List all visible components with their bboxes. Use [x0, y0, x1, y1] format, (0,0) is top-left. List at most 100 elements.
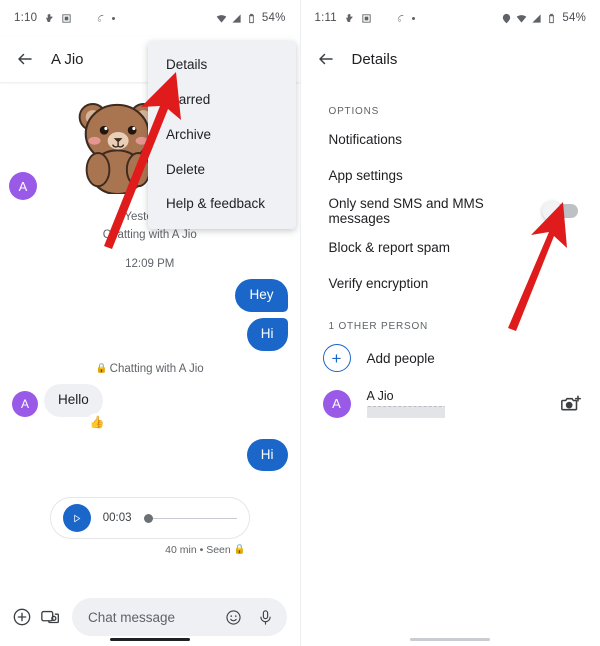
people-section-label: 1 OTHER PERSON — [328, 321, 429, 332]
swirl-icon — [95, 13, 106, 24]
status-time: 1:11 — [314, 12, 337, 24]
plus-icon: + — [322, 344, 351, 372]
audio-player-card[interactable]: 00:03 — [49, 497, 250, 540]
message-timestamp: 12:09 PM — [125, 258, 175, 270]
signal-icon — [531, 13, 542, 24]
encryption-note: 🔒 Chatting with A Jio — [0, 351, 300, 378]
add-people-row[interactable]: + Add people — [301, 336, 600, 380]
sms-mms-toggle[interactable] — [542, 201, 578, 221]
gallery-camera-icon[interactable] — [36, 603, 64, 631]
swirl-icon — [395, 13, 406, 24]
status-left-icons — [344, 13, 415, 24]
chat-message-placeholder: Chat message — [88, 609, 176, 625]
message-bubble[interactable]: Hi — [246, 438, 288, 472]
message-status-text: 40 min • Seen — [165, 544, 231, 557]
status-time: 1:10 — [14, 12, 38, 24]
message-composer: Chat message — [0, 588, 300, 646]
message-status: 40 min • Seen 🔒 — [0, 544, 300, 556]
wifi-icon — [516, 13, 527, 24]
option-app-settings[interactable]: App settings — [301, 157, 600, 193]
message-row-outgoing: Hey — [0, 279, 300, 312]
avatar: A — [12, 390, 38, 417]
battery-percent: 54% — [562, 12, 586, 24]
audio-track-knob[interactable] — [143, 513, 153, 523]
menu-item-help-feedback[interactable]: Help & feedback — [148, 187, 296, 222]
home-indicator — [109, 638, 190, 641]
hand-icon — [44, 13, 55, 24]
menu-item-details[interactable]: Details — [148, 48, 296, 83]
home-indicator — [410, 638, 491, 641]
add-people-label: Add people — [366, 350, 435, 366]
screenshot-icon — [61, 13, 72, 24]
right-app-bar: Details — [301, 36, 600, 82]
back-arrow-icon[interactable] — [10, 44, 40, 74]
option-notifications[interactable]: Notifications — [301, 121, 600, 157]
back-arrow-icon[interactable] — [311, 44, 341, 74]
right-phone-panel: 1:11 54% Details OPTIONS Notifications A… — [300, 0, 600, 646]
dot-icon — [411, 16, 415, 20]
message-row-outgoing: Hi — [0, 317, 300, 351]
screenshot-root: 1:10 54% A Jio A Chatting with A Jio 12:… — [0, 0, 600, 646]
audio-duration: 00:03 — [102, 512, 132, 525]
lock-icon: 🔒 — [95, 362, 108, 374]
location-icon — [501, 13, 512, 24]
battery-percent: 54% — [261, 12, 286, 24]
crescent-moon-icon — [78, 13, 89, 24]
message-row-outgoing: Hi — [0, 438, 300, 472]
search-input[interactable]: Chat message — [72, 598, 287, 636]
option-label: Block & report spam — [328, 239, 451, 255]
overflow-menu: Details Starred Archive Delete Help & fe… — [148, 41, 296, 230]
wifi-icon — [216, 13, 227, 24]
toggle-knob — [542, 201, 562, 221]
option-label: App settings — [328, 167, 403, 183]
options-section-label: OPTIONS — [328, 106, 380, 117]
option-label: Verify encryption — [328, 275, 429, 291]
message-bubble[interactable]: Hey — [235, 279, 288, 312]
hand-icon — [344, 13, 355, 24]
page-title: A Jio — [51, 50, 84, 68]
left-phone-panel: 1:10 54% A Jio A Chatting with A Jio 12:… — [0, 0, 301, 646]
emoji-icon[interactable] — [223, 606, 245, 628]
microphone-icon[interactable] — [255, 606, 277, 628]
status-left-icons — [44, 13, 116, 24]
details-panel: OPTIONS Notifications App settings Only … — [301, 82, 600, 427]
message-text: Hello — [58, 391, 89, 407]
person-row[interactable]: A A Jio — [301, 380, 600, 427]
plus-circle-icon[interactable] — [8, 603, 36, 631]
audio-scrubber[interactable] — [143, 512, 237, 524]
option-label: Only send SMS and MMS messages — [328, 196, 484, 226]
person-number-redacted — [366, 406, 445, 418]
audio-message: 00:03 — [0, 497, 300, 540]
message-row-incoming: A Hello 👍 — [0, 383, 300, 430]
left-status-bar: 1:10 54% — [0, 0, 300, 36]
option-label: Notifications — [328, 131, 403, 147]
lock-icon: 🔒 — [233, 544, 246, 556]
option-verify-encryption[interactable]: Verify encryption — [301, 265, 600, 301]
menu-item-starred[interactable]: Starred — [148, 83, 296, 118]
signal-icon — [231, 13, 242, 24]
battery-icon — [546, 13, 557, 24]
person-info: A Jio — [366, 389, 561, 418]
message-bubble[interactable]: Hi — [246, 317, 288, 351]
crescent-moon-icon — [378, 13, 389, 24]
play-icon[interactable] — [62, 504, 91, 533]
add-photo-icon[interactable] — [560, 393, 582, 415]
person-name: A Jio — [366, 389, 394, 403]
right-status-bar: 1:11 54% — [301, 0, 600, 36]
screenshot-icon — [361, 13, 372, 24]
encryption-note-text: Chatting with A Jio — [109, 362, 204, 375]
menu-item-archive[interactable]: Archive — [148, 118, 296, 153]
option-block-report-spam[interactable]: Block & report spam — [301, 229, 600, 265]
status-right-icons: 54% — [501, 12, 586, 24]
status-right-icons: 54% — [216, 12, 286, 24]
menu-item-delete[interactable]: Delete — [148, 153, 296, 188]
reaction-badge[interactable]: 👍 — [87, 414, 107, 430]
avatar: A — [322, 389, 351, 418]
page-title: Details — [351, 50, 398, 68]
message-bubble[interactable]: Hello 👍 — [44, 383, 107, 430]
avatar: A — [9, 172, 37, 200]
battery-icon — [246, 13, 257, 24]
option-only-sms-mms[interactable]: Only send SMS and MMS messages — [301, 193, 600, 229]
dot-icon — [112, 16, 116, 20]
audio-track-line — [148, 517, 237, 520]
